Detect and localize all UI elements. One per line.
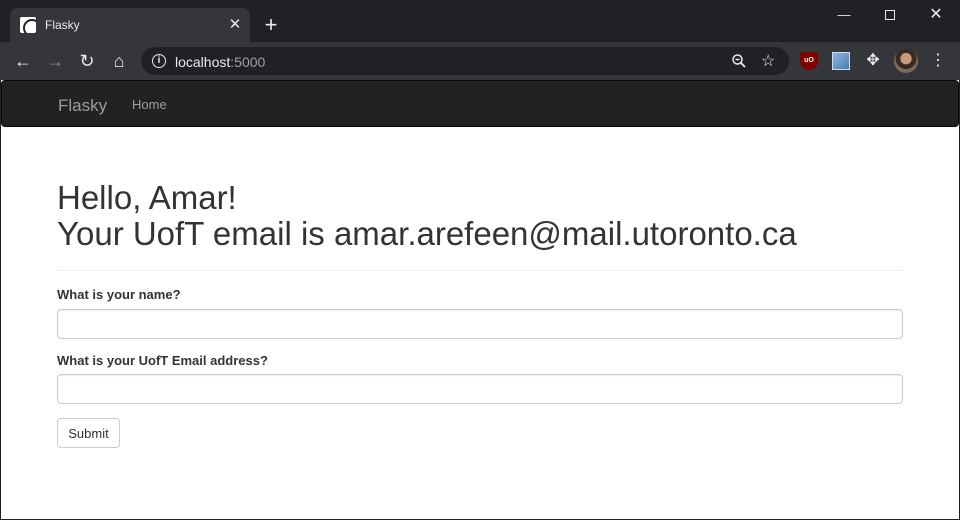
email-input[interactable] [57,374,903,404]
url-text[interactable]: localhost:5000 [175,54,265,70]
tab-title: Flasky [45,18,80,32]
tab-close-icon[interactable]: ✕ [226,16,244,34]
address-bar[interactable]: i localhost:5000 ☆ [141,47,789,75]
email-heading: Your UofT email is amar.arefeen@mail.uto… [57,215,797,252]
name-label: What is your name? [57,287,181,302]
extensions-puzzle-icon[interactable]: ✥ [864,52,882,70]
page-viewport: Flasky Home Hello, Amar! Your UofT email… [1,80,959,519]
url-host: localhost [175,54,231,70]
nav-link-home[interactable]: Home [132,97,167,112]
flask-favicon-icon [20,17,36,33]
zoom-icon[interactable] [731,53,747,69]
kebab-menu-icon[interactable]: ⋮ [928,50,948,72]
back-arrow-icon[interactable]: ← [12,50,34,72]
navbar-brand[interactable]: Flasky [58,96,107,116]
site-info-icon[interactable]: i [152,54,166,68]
ublock-extension-icon[interactable]: uO [800,52,818,70]
greeting-heading: Hello, Amar! [57,179,237,216]
email-label: What is your UofT Email address? [57,353,268,368]
browser-window: Flasky ✕ + — ✕ ← → ↻ ⌂ i localhost:5000 … [0,0,960,520]
url-port: :5000 [230,54,266,70]
page-header: Hello, Amar! Your UofT email is amar.are… [57,180,903,271]
tab-strip: Flasky ✕ + — ✕ [0,0,960,42]
home-icon[interactable]: ⌂ [108,50,130,72]
maximize-button[interactable] [867,4,913,26]
forward-arrow-icon[interactable]: → [44,50,66,72]
browser-tab[interactable]: Flasky ✕ [10,8,250,42]
name-input[interactable] [57,309,903,339]
maximize-icon [885,10,895,20]
site-navbar: Flasky Home [1,80,959,127]
new-tab-button[interactable]: + [261,14,281,36]
close-window-button[interactable]: ✕ [913,4,959,26]
profile-avatar[interactable] [894,49,918,73]
image-extension-icon[interactable] [832,52,850,70]
minimize-button[interactable]: — [821,4,867,26]
browser-toolbar: ← → ↻ ⌂ i localhost:5000 ☆ uO ✥ ⋮ [0,42,960,80]
reload-icon[interactable]: ↻ [76,50,98,72]
bookmark-star-icon[interactable]: ☆ [761,51,775,71]
submit-button[interactable]: Submit [57,418,120,448]
